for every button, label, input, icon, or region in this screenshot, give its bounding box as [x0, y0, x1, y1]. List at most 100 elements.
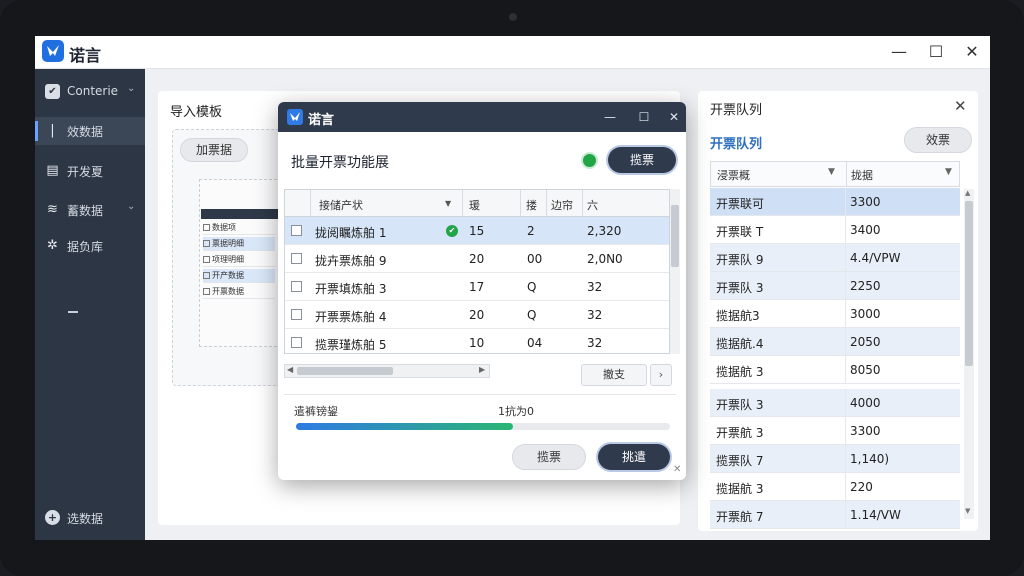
- grid-header: 接储产状 ▼ 瑗 搂 边帘 六: [285, 190, 669, 217]
- thumbnail-row: 项理明细: [203, 253, 275, 267]
- table-row[interactable]: 揽票瑾炼舶 5 10 04 32: [285, 329, 669, 357]
- withdraw-button[interactable]: 撤支: [581, 364, 647, 386]
- column-header[interactable]: 浸票概: [717, 167, 750, 183]
- next-page-button[interactable]: ›: [650, 364, 672, 386]
- scrollbar-thumb[interactable]: [671, 205, 679, 267]
- table-row[interactable]: 开票队 9 4.4/VPW: [710, 244, 960, 272]
- check-icon: ✔: [45, 84, 60, 99]
- app-logo-icon: [287, 109, 303, 125]
- table-row[interactable]: 揽据航 3 220: [710, 473, 960, 501]
- row-checkbox[interactable]: [291, 225, 302, 236]
- column-header[interactable]: 瑗: [469, 197, 480, 213]
- add-invoice-button[interactable]: 加票据: [180, 138, 248, 162]
- minimize-button[interactable]: —: [886, 40, 912, 64]
- queue-subtitle: 开票队列: [710, 137, 763, 152]
- app-title: 诺言: [69, 46, 102, 65]
- table-row[interactable]: 开票联 T 3400: [710, 216, 960, 244]
- row-checkbox[interactable]: [291, 253, 302, 264]
- table-row[interactable]: 拢卉票炼舶 9 20 00 2,0N0: [285, 245, 669, 273]
- sidebar-item-conterie[interactable]: ✔ Conterie ⌄: [35, 78, 145, 106]
- dialog-title-bar: 诺言 — ☐ ✕: [278, 102, 686, 132]
- sidebar-item-label: Conterie: [67, 84, 119, 98]
- table-row[interactable]: 揽据航 3 8050: [710, 356, 960, 384]
- close-icon[interactable]: ✕: [954, 97, 967, 115]
- scrollbar-thumb[interactable]: [965, 201, 973, 366]
- grid-vertical-scrollbar[interactable]: [670, 189, 680, 354]
- primary-action-button[interactable]: 揽票: [608, 147, 676, 173]
- layers-icon: ≋: [47, 202, 58, 217]
- minimize-button[interactable]: —: [600, 108, 620, 126]
- table-row[interactable]: 揽据航3 3000: [710, 300, 960, 328]
- column-header[interactable]: 搂: [526, 197, 537, 213]
- maximize-button[interactable]: ☐: [923, 40, 949, 64]
- table-row[interactable]: 开票填炼舶 3 17 Q 32: [285, 273, 669, 301]
- table-row[interactable]: 开票航 3 3300: [710, 417, 960, 445]
- title-bar: 诺言 — ☐ ✕: [35, 36, 990, 69]
- thumbnail-row: 开产数据: [203, 269, 275, 283]
- sidebar-item-dev[interactable]: ▤ 开发夏: [35, 157, 145, 185]
- pipe-icon: |: [50, 123, 55, 138]
- sidebar-divider: [68, 311, 78, 313]
- scrollbar-thumb[interactable]: [297, 367, 393, 375]
- table-row[interactable]: 开票队 3 2250: [710, 272, 960, 300]
- table-row[interactable]: 揽票队 7 1,140): [710, 445, 960, 473]
- close-icon[interactable]: ✕: [673, 464, 681, 475]
- thumbnail-header: [201, 209, 278, 219]
- document-icon: ▤: [46, 163, 59, 178]
- table-row[interactable]: 开票航 7 1.14/VW: [710, 501, 960, 529]
- column-header[interactable]: 接储产状: [319, 197, 363, 213]
- plus-circle-icon: +: [45, 510, 60, 525]
- chevron-down-icon[interactable]: ▼: [445, 199, 451, 208]
- divider: [284, 394, 676, 395]
- close-button[interactable]: ✕: [959, 40, 985, 64]
- grid-horizontal-scrollbar[interactable]: ◀ ▶: [284, 364, 490, 378]
- table-row[interactable]: 揽据航.4 2050: [710, 328, 960, 356]
- progress-fill: [296, 423, 513, 430]
- row-checkbox[interactable]: [291, 309, 302, 320]
- dialog-title: 诺言: [308, 113, 335, 128]
- check-icon: ✔: [446, 225, 458, 237]
- table-row[interactable]: 开票联可 3300: [710, 188, 960, 216]
- camera-dot: [509, 13, 517, 21]
- chevron-down-icon: ⌄: [127, 83, 136, 94]
- invoice-queue-panel: 开票队列 ✕ 开票队列 效票 浸票概 ▼ 拢据 ▼ 开票联可 3300 开票联 T…: [698, 91, 978, 531]
- sidebar-item-select[interactable]: + 选数据: [35, 504, 145, 532]
- chevron-down-icon[interactable]: ▼: [828, 167, 835, 177]
- column-header[interactable]: 拢据: [851, 167, 873, 183]
- panel-title: 开票队列: [710, 103, 763, 118]
- sidebar-item-storage[interactable]: ≋ 蓄数据 ⌄: [35, 196, 145, 224]
- chevron-down-icon[interactable]: ▼: [945, 167, 952, 177]
- secondary-button[interactable]: 揽票: [512, 444, 586, 470]
- column-header[interactable]: 边帘: [551, 197, 573, 213]
- panel-title: 导入模板: [170, 105, 223, 120]
- scroll-right-icon[interactable]: ▶: [479, 365, 485, 374]
- chevron-down-icon: ⌄: [127, 201, 136, 212]
- sidebar-item-label: 蓄数据: [67, 204, 104, 218]
- batch-invoice-dialog: 诺言 — ☐ ✕ 批量开票功能展 揽票 接储产状 ▼ 瑗 搂 边帘 六 拢阅瞩炼: [278, 102, 686, 480]
- scroll-left-icon[interactable]: ◀: [287, 365, 293, 374]
- table-row[interactable]: 拢阅瞩炼舶 1 ✔ 15 2 2,320: [285, 217, 669, 245]
- invoice-grid: 接储产状 ▼ 瑗 搂 边帘 六 拢阅瞩炼舶 1 ✔ 15 2 2,320 拢卉票…: [284, 189, 670, 354]
- confirm-button[interactable]: 挑遣: [598, 444, 670, 470]
- sidebar: ✔ Conterie ⌄ | 效数据 ▤ 开发夏 ≋ 蓄数据 ⌄ ✲ 据负库 +…: [35, 69, 145, 540]
- table-row[interactable]: 开票队 3 4000: [710, 389, 960, 417]
- app-window: 诺言 — ☐ ✕ ✔ Conterie ⌄ | 效数据 ▤ 开发夏 ≋ 蓄数据 …: [35, 36, 990, 540]
- table-row[interactable]: 开票票炼舶 4 20 Q 32: [285, 301, 669, 329]
- queue-table-header: 浸票概 ▼ 拢据 ▼: [710, 161, 960, 187]
- sidebar-item-data[interactable]: | 效数据: [35, 117, 145, 145]
- maximize-button[interactable]: ☐: [634, 108, 654, 126]
- scroll-down-icon[interactable]: ▼: [965, 507, 970, 515]
- scroll-up-icon[interactable]: ▲: [965, 189, 970, 197]
- vertical-scrollbar[interactable]: ▲ ▼: [964, 189, 974, 519]
- close-button[interactable]: ✕: [664, 108, 684, 126]
- gear-icon: ✲: [47, 238, 58, 253]
- queue-action-button[interactable]: 效票: [904, 127, 972, 153]
- thumbnail-row: 数据项: [203, 221, 275, 235]
- column-header[interactable]: 六: [587, 197, 598, 213]
- sidebar-item-library[interactable]: ✲ 据负库: [35, 232, 145, 260]
- sidebar-item-label: 据负库: [67, 240, 104, 254]
- row-checkbox[interactable]: [291, 281, 302, 292]
- thumbnail-row: 票据明细: [203, 237, 275, 251]
- sidebar-item-label: 选数据: [67, 512, 104, 526]
- row-checkbox[interactable]: [291, 337, 302, 348]
